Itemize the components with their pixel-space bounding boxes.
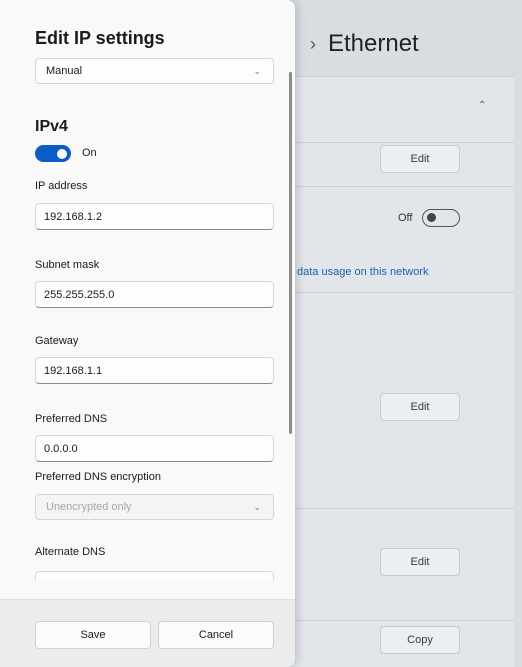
save-button[interactable]: Save xyxy=(35,621,151,649)
subnet-mask-label: Subnet mask xyxy=(35,259,100,271)
ip-address-label: IP address xyxy=(35,180,88,192)
ipv4-toggle-label: On xyxy=(82,147,97,159)
gateway-label: Gateway xyxy=(35,335,79,347)
ipv4-toggle[interactable] xyxy=(35,145,71,162)
toggle-knob xyxy=(57,148,67,159)
select-value: Unencrypted only xyxy=(46,501,132,513)
edit-button[interactable]: Edit xyxy=(380,548,460,576)
edit-ip-settings-dialog: Edit IP settings Manual ⌄ IPv4 On IP add… xyxy=(0,0,295,667)
page-breadcrumb: › Ethernet xyxy=(310,30,419,58)
preferred-dns-label: Preferred DNS xyxy=(35,413,108,425)
alternate-dns-input[interactable] xyxy=(35,571,274,581)
dialog-footer: Save Cancel xyxy=(0,599,295,667)
toggle-switch[interactable] xyxy=(422,209,461,227)
preferred-dns-input[interactable]: 0.0.0.0 xyxy=(35,435,274,462)
breadcrumb-chevron-icon: › xyxy=(310,33,316,54)
toggle-label: Off xyxy=(398,212,413,224)
ipv4-heading: IPv4 xyxy=(35,118,68,135)
scrollbar[interactable] xyxy=(289,72,292,434)
select-value: Manual xyxy=(46,65,83,77)
cancel-button[interactable]: Cancel xyxy=(158,621,274,649)
dialog-title: Edit IP settings xyxy=(35,28,165,48)
chevron-down-icon: ⌄ xyxy=(253,502,261,512)
metered-connection-toggle[interactable]: Off xyxy=(398,209,461,227)
copy-button[interactable]: Copy xyxy=(380,626,460,654)
dns-encryption-select: Unencrypted only ⌄ xyxy=(35,494,274,520)
dns-encryption-label: Preferred DNS encryption xyxy=(35,471,161,483)
edit-dns-button[interactable]: Edit xyxy=(380,393,460,421)
chevron-down-icon: ⌄ xyxy=(253,66,261,76)
collapse-chevron-icon[interactable]: ⌃ xyxy=(478,100,486,111)
ip-mode-select[interactable]: Manual ⌄ xyxy=(35,58,274,84)
data-usage-link[interactable]: data usage on this network xyxy=(297,266,428,278)
ip-address-input[interactable]: 192.168.1.2 xyxy=(35,203,274,230)
subnet-mask-input[interactable]: 255.255.255.0 xyxy=(35,281,274,308)
alternate-dns-label: Alternate DNS xyxy=(35,546,106,558)
gateway-input[interactable]: 192.168.1.1 xyxy=(35,357,274,384)
edit-button[interactable]: Edit xyxy=(380,145,460,173)
page-title: Ethernet xyxy=(328,30,419,57)
